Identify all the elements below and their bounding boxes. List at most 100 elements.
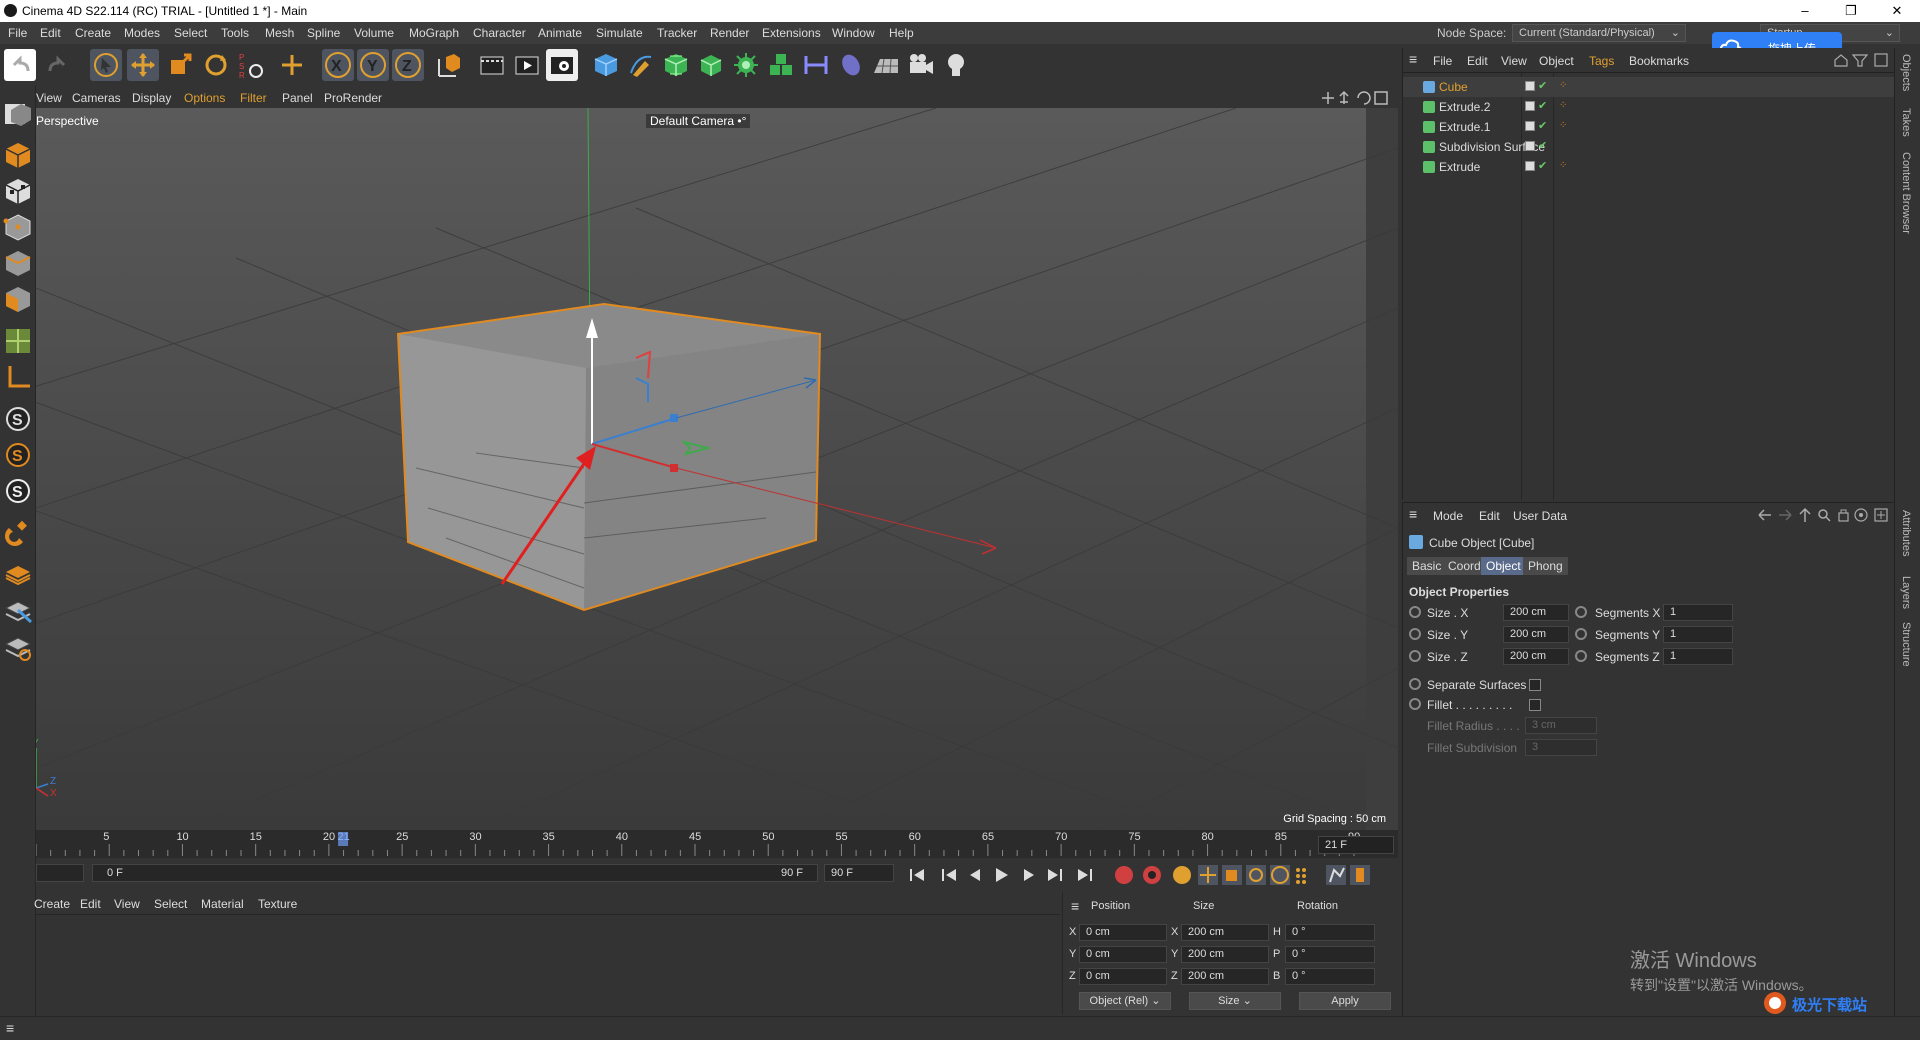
edges-mode-button[interactable] <box>3 248 33 278</box>
solo-hierarchy-button[interactable]: S <box>3 440 33 470</box>
viewport-navigation-icons[interactable] <box>1320 90 1394 106</box>
start-frame-field[interactable] <box>36 864 84 882</box>
viewport-scene[interactable] <box>36 108 1398 830</box>
coord-size-z-field[interactable]: 200 cm <box>1181 968 1269 985</box>
check-icon[interactable]: ✔ <box>1538 79 1547 92</box>
camera-object-button[interactable] <box>905 49 937 81</box>
keyframe-radio[interactable] <box>1409 650 1421 662</box>
viewport-menu-filter[interactable]: Filter <box>240 91 267 105</box>
menu-help[interactable]: Help <box>889 26 914 40</box>
material-menu-material[interactable]: Material <box>201 897 244 911</box>
menu-icon[interactable]: ≡ <box>1071 898 1079 914</box>
coord-apply-button[interactable]: Apply <box>1299 992 1391 1010</box>
timeline-ruler[interactable]: 5101520212530354045505560657075808590 <box>36 830 1398 858</box>
material-menu-view[interactable]: View <box>114 897 140 911</box>
y-axis-lock-button[interactable]: Y <box>357 49 389 81</box>
cloner-button[interactable] <box>730 49 762 81</box>
keyframe-radio[interactable] <box>1409 628 1421 640</box>
texture-mode-button[interactable] <box>3 176 33 206</box>
material-list-area[interactable] <box>36 914 1060 1014</box>
rotate-tool-button[interactable] <box>200 49 232 81</box>
coord-mode-select[interactable]: Object (Rel) ⌄ <box>1079 992 1171 1010</box>
close-button[interactable]: ✕ <box>1874 0 1920 22</box>
mograph-cubes-button[interactable] <box>765 49 797 81</box>
coord-rot-b-field[interactable]: 0 ° <box>1285 968 1375 985</box>
menu-animate[interactable]: Animate <box>538 26 582 40</box>
render-settings-button[interactable] <box>546 49 578 81</box>
layer-icon[interactable] <box>1525 101 1535 111</box>
menu-file[interactable]: File <box>8 26 27 40</box>
solo-button[interactable]: S <box>3 404 33 434</box>
floor-object-button[interactable] <box>870 49 902 81</box>
menu-icon[interactable]: ≡ <box>1409 51 1417 67</box>
menu-window[interactable]: Window <box>832 26 875 40</box>
keyframe-selection-icon[interactable] <box>1173 866 1191 884</box>
extrude-button[interactable] <box>695 49 727 81</box>
previous-frame-icon[interactable] <box>970 869 980 881</box>
tab-basic[interactable]: Basic <box>1407 557 1447 575</box>
render-to-picture-viewer-button[interactable] <box>511 49 543 81</box>
minimize-button[interactable]: – <box>1782 0 1828 22</box>
coord-pos-y-field[interactable]: 0 cm <box>1079 946 1167 963</box>
add-tool-button[interactable] <box>276 49 308 81</box>
attr-menu-mode[interactable]: Mode <box>1433 509 1463 523</box>
node-space-select[interactable]: Current (Standard/Physical) ⌄ <box>1512 24 1686 42</box>
material-menu-create[interactable]: Create <box>34 897 70 911</box>
menu-character[interactable]: Character <box>473 26 526 40</box>
play-icon[interactable] <box>996 868 1008 882</box>
workplane-button[interactable] <box>3 362 33 392</box>
menu-render[interactable]: Render <box>710 26 749 40</box>
coord-pos-z-field[interactable]: 0 cm <box>1079 968 1167 985</box>
separate-surfaces-checkbox[interactable] <box>1529 679 1541 691</box>
fillet-checkbox[interactable] <box>1529 699 1541 711</box>
attr-menu-user-data[interactable]: User Data <box>1513 509 1567 523</box>
tag-icon[interactable]: ⁘ <box>1559 100 1567 111</box>
end-frame-field[interactable]: 90 F <box>824 864 894 882</box>
key-pla-icon[interactable] <box>1296 868 1306 884</box>
object-row-extrude[interactable]: Extrude ✔ ⁘ <box>1403 157 1895 177</box>
attr-toolbar-icons[interactable] <box>1757 507 1893 523</box>
maximize-button[interactable]: ❐ <box>1828 0 1874 22</box>
viewport-menu-options[interactable]: Options <box>184 91 225 105</box>
coord-rot-p-field[interactable]: 0 ° <box>1285 946 1375 963</box>
grid-snapping-button[interactable] <box>3 596 33 626</box>
scale-tool-button[interactable] <box>164 49 196 81</box>
coord-pos-x-field[interactable]: 0 cm <box>1079 924 1167 941</box>
viewport-camera-label[interactable]: Default Camera •° <box>646 114 751 128</box>
next-key-icon[interactable] <box>1048 869 1062 881</box>
tag-icon[interactable]: ⁘ <box>1559 160 1567 171</box>
viewport-menu-view[interactable]: View <box>36 91 62 105</box>
current-frame-field[interactable]: 21 F <box>1318 836 1394 854</box>
keyframe-radio[interactable] <box>1575 628 1587 640</box>
om-menu-view[interactable]: View <box>1501 54 1527 68</box>
object-row-subdivision-surface[interactable]: Subdivision Surface ✔ <box>1403 137 1895 157</box>
object-row-extrude-2[interactable]: Extrude.2 ✔ ⁘ <box>1403 97 1895 117</box>
viewport-menu-panel[interactable]: Panel <box>282 91 313 105</box>
object-row-extrude-1[interactable]: Extrude.1 ✔ ⁘ <box>1403 117 1895 137</box>
layer-icon[interactable] <box>1525 161 1535 171</box>
subdivision-surface-button[interactable] <box>660 49 692 81</box>
points-mode-button[interactable] <box>3 212 33 242</box>
object-row-cube[interactable]: Cube ✔ ⁘ <box>1403 77 1895 97</box>
size-z-field[interactable]: 200 cm <box>1503 648 1569 665</box>
psr-tool-button[interactable]: PSR <box>236 49 268 81</box>
keyframe-radio[interactable] <box>1575 606 1587 618</box>
side-tab-attributes[interactable]: Attributes <box>1900 510 1912 556</box>
om-menu-bookmarks[interactable]: Bookmarks <box>1629 54 1689 68</box>
menu-modes[interactable]: Modes <box>124 26 160 40</box>
previous-key-icon[interactable] <box>942 869 956 881</box>
check-icon[interactable]: ✔ <box>1538 139 1547 152</box>
menu-icon[interactable]: ≡ <box>6 1020 14 1036</box>
layer-icon[interactable] <box>1525 121 1535 131</box>
z-axis-lock-button[interactable]: Z <box>392 49 424 81</box>
menu-tracker[interactable]: Tracker <box>657 26 697 40</box>
menu-mograph[interactable]: MoGraph <box>409 26 459 40</box>
side-tab-structure[interactable]: Structure <box>1900 622 1912 667</box>
material-menu-edit[interactable]: Edit <box>80 897 101 911</box>
om-menu-file[interactable]: File <box>1433 54 1452 68</box>
record-icon[interactable] <box>1115 866 1133 884</box>
go-to-end-icon[interactable] <box>1078 869 1092 881</box>
side-tab-objects[interactable]: Objects <box>1900 54 1912 91</box>
check-icon[interactable]: ✔ <box>1538 159 1547 172</box>
layer-icon[interactable] <box>1525 141 1535 151</box>
